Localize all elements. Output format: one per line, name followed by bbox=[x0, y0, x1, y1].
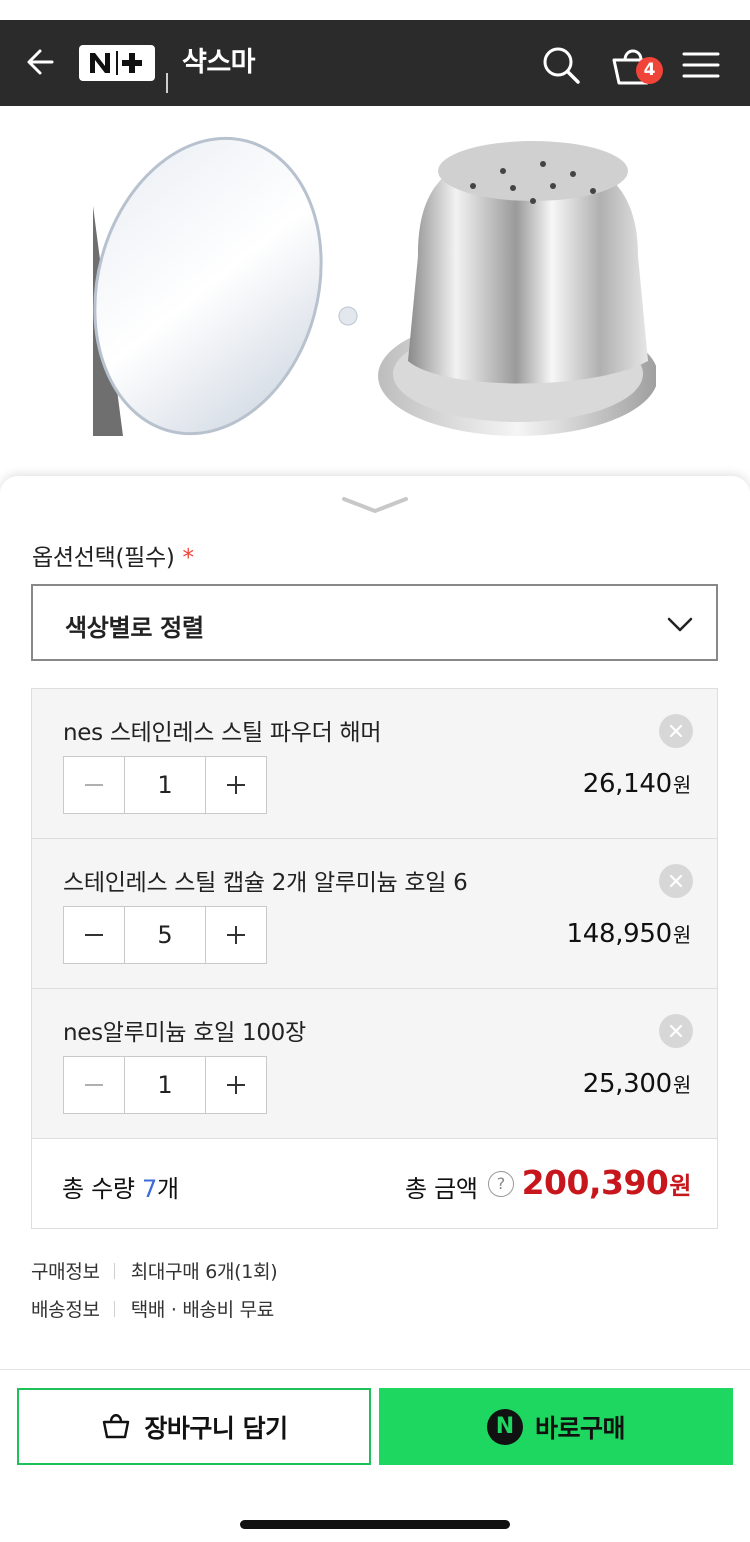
currency-unit: 원 bbox=[672, 773, 691, 797]
selected-item: 스테인레스 스틸 캡슐 2개 알루미늄 호일 6 5 148,950원 bbox=[32, 839, 717, 989]
option-select-label: 옵션선택(필수) * bbox=[32, 538, 194, 572]
option-dropdown[interactable]: 색상별로 정렬 bbox=[31, 584, 718, 661]
product-image-area bbox=[0, 106, 750, 486]
quantity-value[interactable]: 1 bbox=[124, 757, 206, 813]
search-icon[interactable] bbox=[540, 44, 582, 86]
quantity-stepper: 5 bbox=[63, 906, 267, 964]
total-quantity: 총 수량 7개 bbox=[62, 1169, 179, 1204]
item-price-value: 26,140 bbox=[582, 769, 672, 799]
item-price-value: 25,300 bbox=[582, 1069, 672, 1099]
add-to-cart-label: 장바구니 담기 bbox=[144, 1413, 288, 1443]
option-label-text: 옵션선택(필수) bbox=[32, 545, 175, 571]
info-divider bbox=[113, 1262, 115, 1279]
nplus-logo[interactable] bbox=[79, 45, 155, 81]
product-photo-stainless-capsules bbox=[93, 136, 656, 436]
buy-now-label: 바로구매 bbox=[534, 1413, 626, 1443]
status-bar-area bbox=[0, 0, 750, 20]
logo-divider bbox=[166, 73, 168, 93]
plus-icon[interactable] bbox=[206, 757, 266, 813]
add-to-cart-button[interactable]: 장바구니 담기 bbox=[17, 1388, 371, 1465]
option-dropdown-value: 색상별로 정렬 bbox=[65, 614, 204, 642]
buy-now-button[interactable]: N 바로구매 bbox=[379, 1388, 733, 1465]
selected-item: nes알루미늄 호일 100장 1 25,300원 bbox=[32, 989, 717, 1139]
purchase-info-value: 최대구매 6개(1회) bbox=[130, 1261, 278, 1283]
home-indicator bbox=[240, 1520, 510, 1529]
item-name: nes알루미늄 호일 100장 bbox=[63, 1020, 306, 1046]
store-name[interactable]: 샥스마 bbox=[182, 44, 256, 82]
required-mark: * bbox=[182, 545, 195, 571]
back-arrow-icon[interactable] bbox=[22, 42, 62, 82]
purchase-info-label: 구매정보 bbox=[31, 1261, 100, 1283]
item-price: 148,950원 bbox=[566, 919, 691, 949]
selected-item: nes 스테인레스 스틸 파우더 해머 1 26,140원 bbox=[32, 689, 717, 839]
chevron-down-icon bbox=[666, 610, 694, 638]
total-amount-value: 200,390 bbox=[521, 1163, 669, 1202]
hamburger-menu-icon[interactable] bbox=[680, 45, 722, 85]
option-bottom-sheet: 옵션선택(필수) * 색상별로 정렬 nes 스테인레스 스틸 파우더 해머 1 … bbox=[0, 476, 750, 1542]
close-icon[interactable] bbox=[659, 1014, 693, 1048]
item-price: 25,300원 bbox=[582, 1069, 692, 1099]
minus-icon[interactable] bbox=[64, 1057, 124, 1113]
shipping-info: 배송정보 택배 · 배송비 무료 bbox=[31, 1295, 274, 1322]
currency-unit: 원 bbox=[672, 1073, 691, 1097]
minus-icon[interactable] bbox=[64, 907, 124, 963]
total-qty-value: 7 bbox=[142, 1175, 157, 1203]
shipping-info-value: 택배 · 배송비 무료 bbox=[130, 1299, 275, 1321]
total-qty-unit: 개 bbox=[157, 1175, 179, 1203]
quantity-value[interactable]: 1 bbox=[124, 1057, 206, 1113]
sheet-collapse-chevron-icon[interactable] bbox=[340, 494, 410, 516]
total-amount: 200,390원 bbox=[521, 1163, 692, 1202]
selected-items-list: nes 스테인레스 스틸 파우더 해머 1 26,140원 스테인레스 스틸 캡… bbox=[31, 688, 718, 1229]
action-bar-divider bbox=[0, 1369, 750, 1370]
total-amount-label: 총 금액 bbox=[405, 1175, 478, 1203]
close-icon[interactable] bbox=[659, 864, 693, 898]
cart-count-badge: 4 bbox=[636, 57, 663, 84]
currency-unit: 원 bbox=[669, 1172, 691, 1200]
quantity-stepper: 1 bbox=[63, 756, 267, 814]
total-summary: 총 수량 7개 총 금액 ? 200,390원 bbox=[32, 1139, 717, 1228]
plus-icon[interactable] bbox=[206, 1057, 266, 1113]
naver-pay-n-icon: N bbox=[486, 1408, 523, 1445]
item-price-value: 148,950 bbox=[566, 919, 672, 949]
app-header: 샥스마 4 bbox=[0, 20, 750, 106]
purchase-info: 구매정보 최대구매 6개(1회) bbox=[31, 1257, 278, 1284]
shipping-info-label: 배송정보 bbox=[31, 1299, 100, 1321]
quantity-value[interactable]: 5 bbox=[124, 907, 206, 963]
shopping-bag-icon bbox=[100, 1409, 132, 1445]
item-name: 스테인레스 스틸 캡슐 2개 알루미늄 호일 6 bbox=[63, 870, 468, 896]
plus-icon[interactable] bbox=[206, 907, 266, 963]
total-qty-label: 총 수량 bbox=[62, 1175, 135, 1203]
close-icon[interactable] bbox=[659, 714, 693, 748]
minus-icon[interactable] bbox=[64, 757, 124, 813]
help-icon[interactable]: ? bbox=[488, 1171, 514, 1197]
item-price: 26,140원 bbox=[582, 769, 692, 799]
currency-unit: 원 bbox=[672, 923, 691, 947]
item-name: nes 스테인레스 스틸 파우더 해머 bbox=[63, 720, 382, 746]
info-divider bbox=[113, 1300, 115, 1317]
quantity-stepper: 1 bbox=[63, 1056, 267, 1114]
